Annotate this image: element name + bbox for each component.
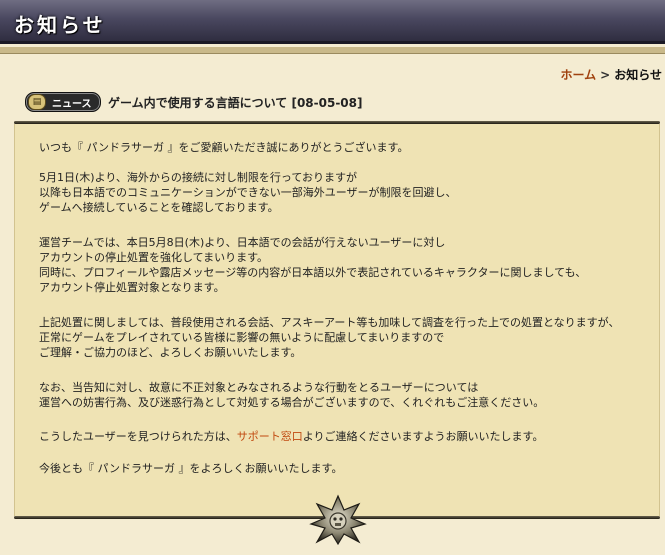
- report-text-before: こうしたユーザーを見つけられた方は、: [39, 430, 237, 443]
- page-header: お知らせ: [0, 0, 665, 44]
- breadcrumb-current: お知らせ: [614, 68, 662, 82]
- page-title: お知らせ: [14, 13, 106, 37]
- header-subbar: [0, 47, 665, 54]
- paragraph-investigation: 上記処置に関しましては、普段使用される会話、アスキーアート等も加味して調査を行っ…: [39, 316, 620, 359]
- article-body: いつも『 パンドラサーガ 』をご愛顧いただき誠にありがとうございます。 5月1日…: [14, 124, 660, 516]
- article-title: ゲーム内で使用する言語について [08-05-08]: [108, 96, 363, 110]
- breadcrumb-home-link[interactable]: ホーム: [561, 68, 597, 82]
- book-icon: ▤: [28, 94, 46, 110]
- paragraph-restriction: 5月1日(木)より、海外からの接続に対し制限を行っておりますが 以降も日本語での…: [39, 171, 457, 214]
- paragraph-suspension: 運営チームでは、本日5月8日(木)より、日本語での会話が行えないユーザーに対し …: [39, 236, 587, 294]
- cross-ornament-icon: [309, 494, 367, 546]
- paragraph-greeting: いつも『 パンドラサーガ 』をご愛顧いただき誠にありがとうございます。: [39, 141, 409, 154]
- report-text-after: よりご連絡くださいますようお願いいたします。: [302, 430, 544, 443]
- breadcrumb-separator: >: [600, 68, 611, 82]
- news-badge-label: ニュース: [52, 99, 92, 110]
- paragraph-warning: なお、当告知に対し、故意に不正対象とみなされるような行動をとるユーザーについては…: [39, 381, 545, 409]
- paragraph-report: こうしたユーザーを見つけられた方は、サポート窓口よりご連絡くださいますようお願い…: [39, 429, 543, 444]
- breadcrumb: ホーム > お知らせ: [561, 66, 662, 83]
- news-badge: ▤ ニュース: [25, 92, 101, 112]
- paragraph-closing: 今後とも『 パンドラサーガ 』をよろしくお願いいたします。: [39, 462, 343, 475]
- support-link[interactable]: サポート窓口: [237, 430, 303, 443]
